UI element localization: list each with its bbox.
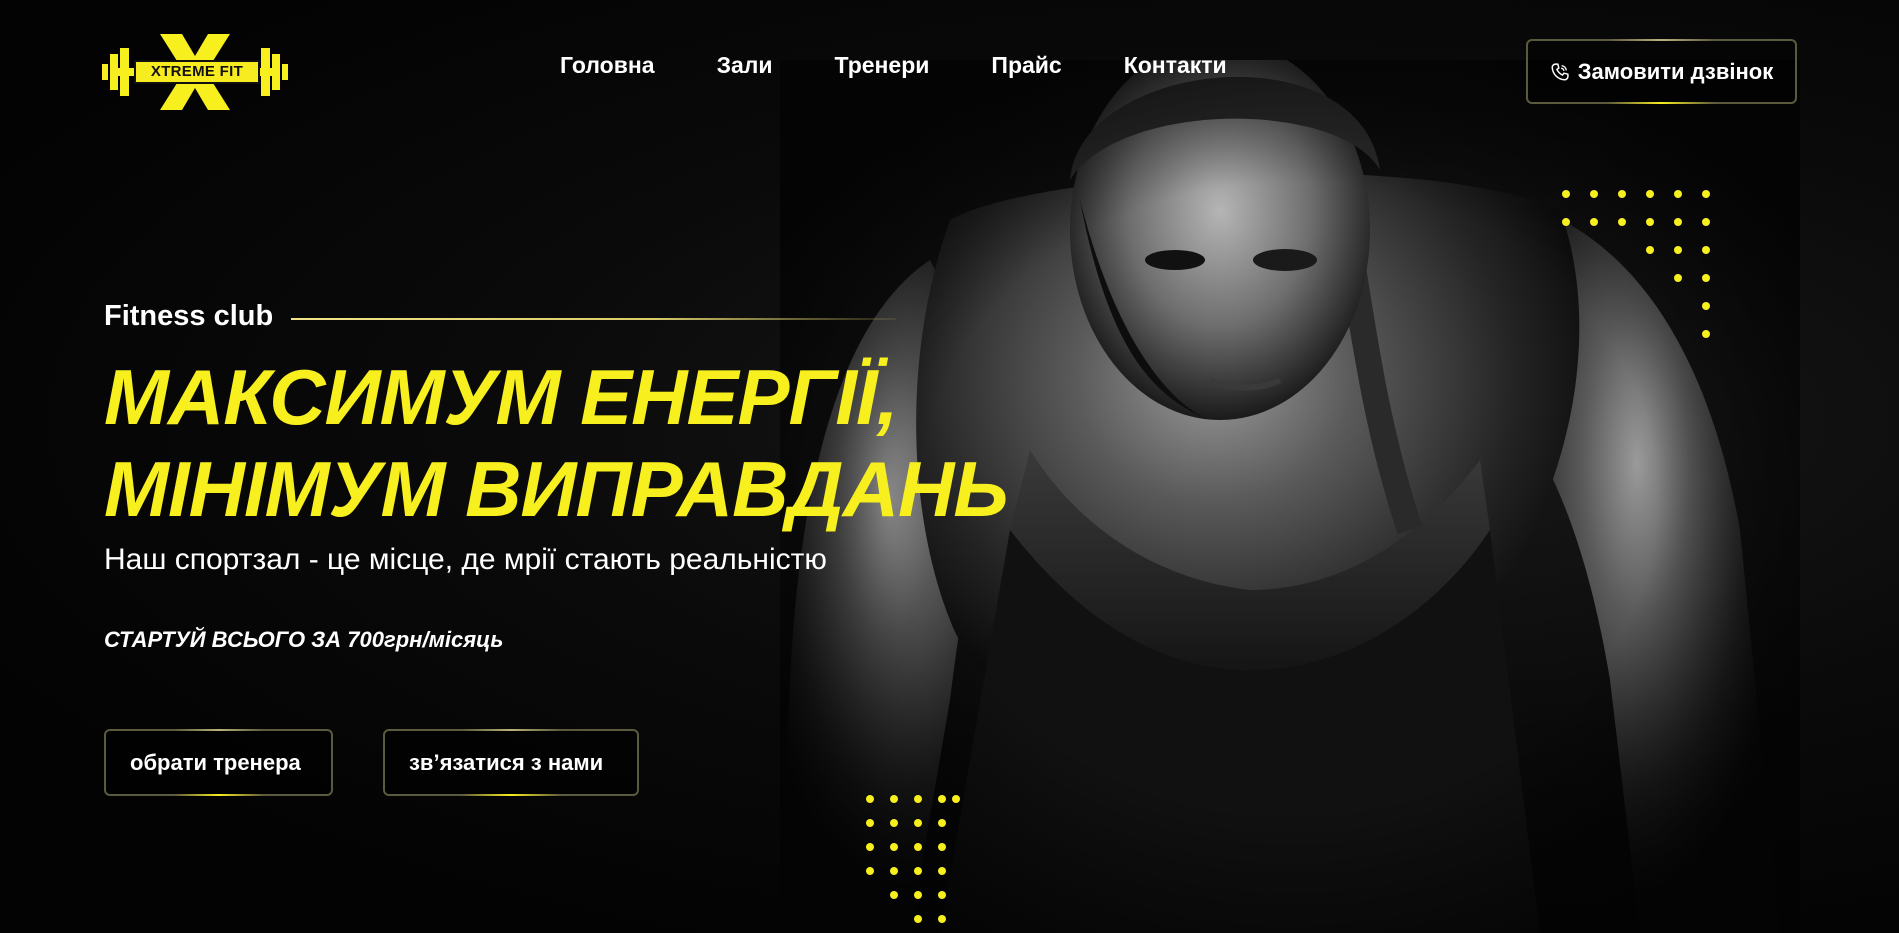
- eyebrow-text: Fitness club: [104, 300, 274, 332]
- decorative-dots-bottom: [866, 795, 960, 923]
- logo[interactable]: XTREME FIT: [102, 34, 288, 110]
- nav-item-home[interactable]: Головна: [560, 52, 655, 79]
- contact-us-button[interactable]: зв’язатися з нами: [383, 729, 639, 796]
- nav-item-trainers[interactable]: Тренери: [835, 52, 930, 79]
- eyebrow-divider: [291, 317, 897, 320]
- headline-line-1: МАКСИМУМ ЕНЕРГІЇ,: [104, 353, 898, 441]
- hero-section: Fitness club МАКСИМУМ ЕНЕРГІЇ, МІНІМУМ В…: [104, 300, 1009, 653]
- price-promo: СТАРТУЙ ВСЬОГО ЗА 700грн/місяць: [104, 627, 504, 652]
- eyebrow-row: Fitness club: [104, 300, 1008, 333]
- site-header: XTREME FIT Головна Зали Тренери Прайс Ко…: [0, 0, 1899, 140]
- logo-text: XTREME FIT: [134, 60, 260, 84]
- headline-line-2: МІНІМУМ ВИПРАВДАНЬ: [104, 445, 1009, 533]
- landing-page: XTREME FIT Головна Зали Тренери Прайс Ко…: [0, 0, 1899, 933]
- nav-item-contacts[interactable]: Контакти: [1124, 52, 1227, 79]
- choose-trainer-button[interactable]: обрати тренера: [104, 729, 333, 796]
- hero-subheadline: Наш спортзал - це місце, де мрії стають …: [104, 543, 827, 576]
- order-call-label: Замовити дзвінок: [1577, 58, 1774, 84]
- nav-item-halls[interactable]: Зали: [717, 52, 773, 79]
- cta-buttons: обрати тренера зв’язатися з нами: [104, 729, 639, 796]
- order-call-button[interactable]: Замовити дзвінок: [1526, 39, 1797, 104]
- main-nav: Головна Зали Тренери Прайс Контакти: [560, 52, 1289, 79]
- nav-item-prices[interactable]: Прайс: [991, 52, 1061, 79]
- hero-headline: МАКСИМУМ ЕНЕРГІЇ, МІНІМУМ ВИПРАВДАНЬ: [104, 351, 1009, 535]
- phone-icon: [1551, 62, 1569, 81]
- decorative-dots-top: [1562, 190, 1710, 338]
